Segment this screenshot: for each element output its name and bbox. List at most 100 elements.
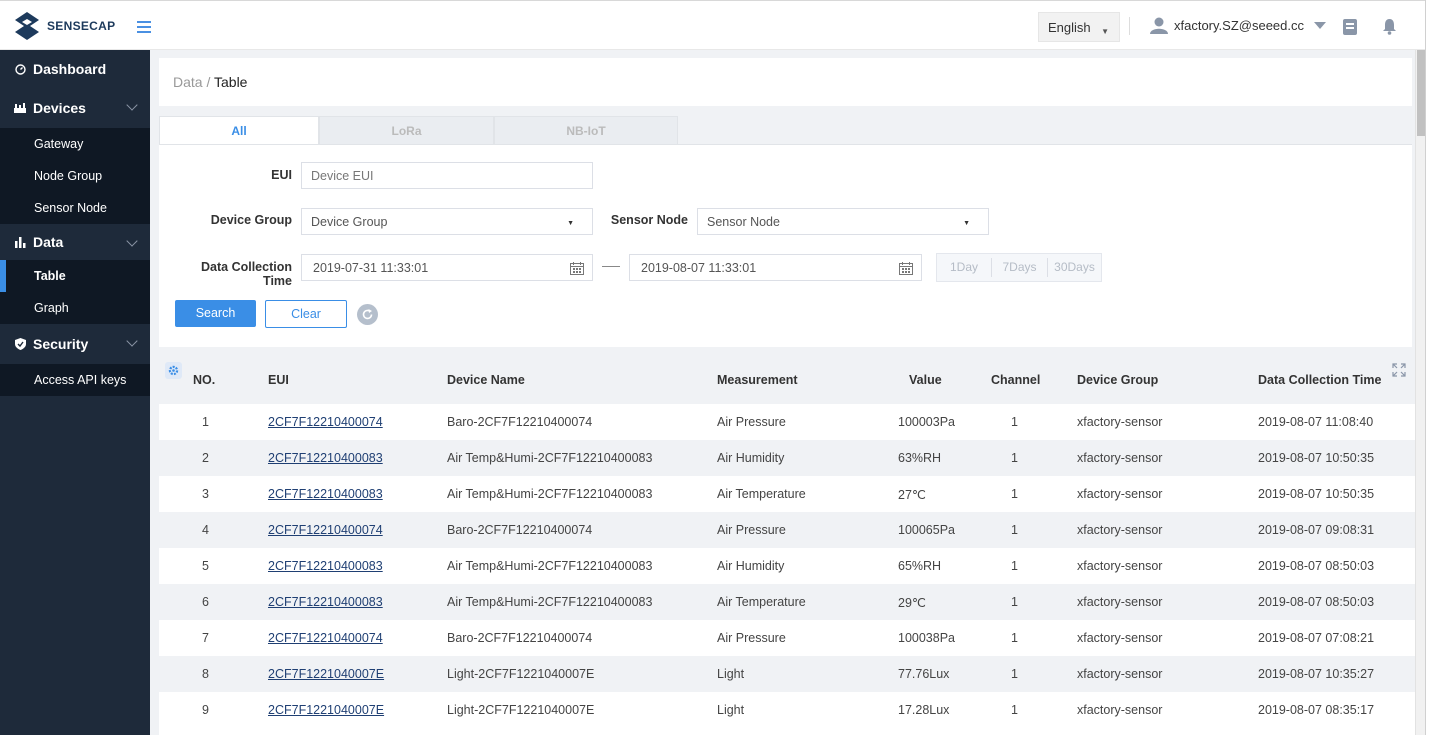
device-group-select[interactable]: Device Group ▼ [301, 208, 593, 235]
fullscreen-icon[interactable] [1392, 363, 1406, 377]
chevron-down-icon [126, 335, 138, 347]
cell-device-group: xfactory-sensor [1077, 559, 1163, 573]
cell-no: 3 [202, 487, 209, 501]
caret-down-icon: ▼ [1101, 27, 1109, 36]
quick-30days-button[interactable]: 30Days [1047, 258, 1101, 277]
cell-eui[interactable]: 2CF7F12210400074 [268, 631, 383, 645]
cell-no: 8 [202, 667, 209, 681]
cell-eui[interactable]: 2CF7F12210400083 [268, 559, 383, 573]
tab-nb-iot[interactable]: NB-IoT [494, 116, 678, 144]
sidebar-item-sensor-node[interactable]: Sensor Node [0, 192, 150, 224]
sensor-node-label: Sensor Node [610, 213, 688, 227]
cell-device-name: Air Temp&Humi-2CF7F12210400083 [447, 559, 653, 573]
top-header: SENSECAP English ▼ xfactory.SZ@seeed.cc [0, 0, 1429, 50]
end-time-input[interactable]: 2019-08-07 11:33:01 [629, 254, 922, 281]
cell-device-name: Air Temp&Humi-2CF7F12210400083 [447, 595, 653, 609]
sidebar-item-security[interactable]: Security [0, 324, 150, 364]
table-body: 1 2CF7F12210400074 Baro-2CF7F12210400074 Ai… [159, 404, 1415, 728]
sidebar-item-node-group[interactable]: Node Group [0, 160, 150, 192]
sidebar-item-gateway[interactable]: Gateway [0, 128, 150, 160]
sensor-node-select[interactable]: Sensor Node ▼ [697, 208, 989, 235]
cell-measurement: Air Temperature [717, 595, 806, 609]
user-email: xfactory.SZ@seeed.cc [1174, 18, 1304, 33]
quick-range-group: 1Day 7Days 30Days [936, 253, 1102, 282]
cell-eui[interactable]: 2CF7F12210400074 [268, 415, 383, 429]
sidebar-item-label: Security [33, 336, 89, 352]
sidebar-item-dashboard[interactable]: Dashboard [0, 50, 150, 88]
quick-7days-button[interactable]: 7Days [991, 258, 1047, 277]
filter-panel: EUI Device EUI Device Group Device Group… [159, 144, 1412, 347]
cell-value: 100038Pa [898, 631, 956, 645]
cell-device-name: Air Temp&Humi-2CF7F12210400083 [447, 487, 653, 501]
breadcrumb-parent[interactable]: Data [173, 74, 203, 90]
start-time-input[interactable]: 2019-07-31 11:33:01 [301, 254, 593, 281]
cell-no: 5 [202, 559, 209, 573]
tab-all[interactable]: All [159, 116, 319, 144]
cell-data-collection-time: 2019-08-07 10:50:35 [1258, 451, 1375, 465]
search-button[interactable]: Search [175, 300, 256, 327]
col-no: NO. [193, 373, 216, 387]
cell-measurement: Light [717, 667, 745, 681]
sidebar-item-data[interactable]: Data [0, 224, 150, 260]
cell-device-group: xfactory-sensor [1077, 415, 1163, 429]
scrollbar-thumb[interactable] [1417, 50, 1425, 136]
cell-eui[interactable]: 2CF7F12210400083 [268, 451, 383, 465]
devices-icon [13, 103, 27, 113]
cell-value: 63%RH [898, 451, 942, 465]
sidebar-item-label: Devices [33, 100, 86, 116]
sidebar-item-label: Dashboard [33, 61, 107, 77]
table-row: 2 2CF7F12210400083 Air Temp&Humi-2CF7F1221… [159, 440, 1415, 476]
cell-eui[interactable]: 2CF7F12210400083 [268, 487, 383, 501]
bar-chart-icon [13, 236, 27, 248]
sidebar-item-devices[interactable]: Devices [0, 88, 150, 128]
cell-measurement: Light [717, 703, 745, 717]
cell-measurement: Air Pressure [717, 631, 786, 645]
cell-eui[interactable]: 2CF7F1221040007E [268, 703, 384, 717]
breadcrumb-separator: / [202, 74, 214, 90]
user-dropdown-icon [1314, 22, 1326, 29]
document-icon[interactable] [1343, 19, 1357, 35]
quick-1day-button[interactable]: 1Day [937, 258, 991, 277]
menu-toggle-icon[interactable] [137, 21, 151, 33]
cell-channel: 1 [1011, 451, 1018, 465]
table-row: 9 2CF7F1221040007E Light-2CF7F1221040007E L… [159, 692, 1415, 728]
sensecap-logo[interactable]: SENSECAP [14, 11, 115, 41]
table-row: 8 2CF7F1221040007E Light-2CF7F1221040007E L… [159, 656, 1415, 692]
cell-measurement: Air Temperature [717, 487, 806, 501]
settings-gear-icon[interactable] [165, 362, 182, 379]
cell-eui[interactable]: 2CF7F1221040007E [268, 667, 384, 681]
cell-no: 4 [202, 523, 209, 537]
cell-value: 29℃ [898, 596, 926, 610]
col-eui: EUI [268, 373, 289, 387]
header-divider [1129, 17, 1130, 35]
refresh-icon[interactable] [357, 304, 378, 325]
sidebar-item-graph[interactable]: Graph [0, 292, 150, 324]
cell-measurement: Air Pressure [717, 415, 786, 429]
tab-lora[interactable]: LoRa [319, 116, 494, 144]
caret-down-icon: ▼ [963, 220, 970, 227]
sidebar-item-table[interactable]: Table [0, 260, 150, 292]
cell-value: 77.76Lux [898, 667, 950, 681]
calendar-icon[interactable] [570, 262, 584, 275]
clear-button[interactable]: Clear [265, 300, 347, 328]
cell-device-name: Light-2CF7F1221040007E [447, 667, 595, 681]
language-select[interactable]: English ▼ [1038, 12, 1120, 42]
eui-input[interactable]: Device EUI [301, 162, 593, 189]
cell-channel: 1 [1011, 595, 1018, 609]
calendar-icon[interactable] [899, 262, 913, 275]
user-menu[interactable]: xfactory.SZ@seeed.cc [1150, 17, 1326, 34]
sidebar-item-access-api-keys[interactable]: Access API keys [0, 364, 150, 396]
cell-channel: 1 [1011, 631, 1018, 645]
cell-no: 2 [202, 451, 209, 465]
cell-device-name: Baro-2CF7F12210400074 [447, 415, 593, 429]
bell-icon[interactable] [1382, 18, 1397, 35]
protocol-tabs: All LoRa NB-IoT [159, 116, 678, 144]
col-device-name: Device Name [447, 373, 525, 387]
page-scrollbar[interactable] [1415, 50, 1425, 735]
start-time-value: 2019-07-31 11:33:01 [313, 261, 429, 275]
user-icon [1150, 17, 1168, 34]
cell-eui[interactable]: 2CF7F12210400083 [268, 595, 383, 609]
time-label: Data Collection Time [201, 260, 292, 288]
cell-eui[interactable]: 2CF7F12210400074 [268, 523, 383, 537]
cell-channel: 1 [1011, 559, 1018, 573]
